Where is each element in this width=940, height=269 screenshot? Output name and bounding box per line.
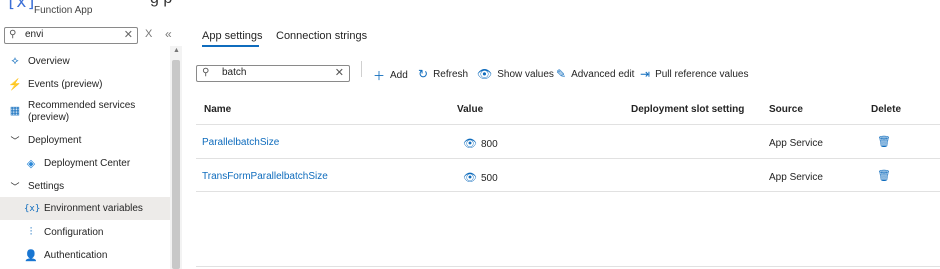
setting-source: App Service — [769, 138, 823, 149]
sidebar-item-label: Deployment — [28, 135, 82, 146]
sidebar-item-authentication[interactable]: 👤 Authentication — [24, 249, 107, 262]
column-header-deployment-slot[interactable]: Deployment slot setting — [631, 104, 744, 115]
sidebar-item-recommended-services[interactable]: ▦ Recommended services (preview) — [8, 100, 135, 124]
page-title: g p — [150, 0, 172, 8]
collapse-sidebar-button[interactable]: « — [165, 27, 172, 41]
cube-icon: ◈ — [26, 158, 36, 170]
setting-value[interactable]: 👁 800 — [463, 137, 498, 150]
user-icon: 👤 — [24, 250, 38, 262]
filter-value: batch — [222, 67, 247, 78]
sidebar-item-label: Recommended services (preview) — [28, 100, 136, 123]
chevron-down-icon: ﹀ — [10, 136, 20, 146]
sidebar-item-events[interactable]: ⚡ Events (preview) — [8, 78, 102, 91]
sidebar-item-label: Deployment Center — [44, 158, 131, 169]
setting-value[interactable]: 👁 500 — [463, 171, 498, 184]
search-icon: ⚲ — [202, 67, 210, 78]
clear-search-icon[interactable]: ✕ — [124, 28, 133, 41]
sidebar-search-value: envi — [25, 29, 44, 40]
refresh-label: Refresh — [433, 68, 469, 80]
search-icon: ⚲ — [9, 29, 17, 40]
setting-value-text: 800 — [480, 139, 498, 150]
refresh-icon: ↻ — [418, 67, 429, 81]
sidebar-group-settings[interactable]: ﹀ Settings — [8, 180, 64, 193]
advanced-edit-label: Advanced edit — [571, 68, 635, 80]
show-values-label: Show values — [497, 68, 554, 80]
sidebar-search-input[interactable]: ⚲ envi ✕ — [4, 27, 138, 44]
column-header-name[interactable]: Name — [204, 104, 231, 115]
sidebar-item-label: Events (preview) — [28, 79, 103, 90]
pencil-icon: ✎ — [556, 67, 567, 81]
setting-source: App Service — [769, 172, 823, 183]
add-button[interactable]: ＋ Add — [373, 67, 408, 84]
filter-settings-input[interactable]: ⚲ batch ✕ — [196, 65, 350, 82]
column-header-delete: Delete — [871, 104, 902, 115]
variable-icon: {x} — [24, 203, 41, 214]
pull-arrow-icon: ⇥ — [640, 67, 651, 81]
clear-filter-icon[interactable]: ✕ — [335, 66, 344, 79]
pull-reference-label: Pull reference values — [655, 68, 749, 80]
sidebar-item-label: Authentication — [44, 250, 108, 261]
setting-value-text: 500 — [480, 173, 498, 184]
setting-name-link[interactable]: ParallelbatchSize — [202, 137, 279, 148]
pull-reference-values-button[interactable]: ⇥ Pull reference values — [640, 67, 748, 81]
toolbar-divider — [361, 61, 362, 77]
plus-icon: ＋ — [373, 69, 386, 83]
sidebar-item-environment-variables[interactable]: {x} Environment variables — [24, 203, 143, 214]
delete-trash-icon[interactable]: 🗑 — [877, 169, 891, 182]
function-app-logo-icon: [x] — [6, 0, 37, 12]
tab-connection-strings[interactable]: Connection strings — [276, 30, 367, 42]
sidebar-group-deployment[interactable]: ﹀ Deployment — [8, 134, 81, 147]
tab-app-settings[interactable]: App settings — [202, 30, 263, 42]
table-bottom-border — [196, 266, 940, 267]
eye-icon[interactable]: 👁 — [463, 138, 477, 150]
setting-name-link[interactable]: TransFormParallelbatchSize — [202, 171, 328, 182]
column-header-value[interactable]: Value — [457, 104, 483, 115]
close-search-button[interactable]: X — [145, 28, 152, 40]
delete-trash-icon[interactable]: 🗑 — [877, 135, 891, 148]
sidebar-scroll-thumb[interactable] — [172, 60, 180, 269]
sidebar-item-label: Environment variables — [44, 203, 143, 214]
resource-type-label: Function App — [34, 5, 93, 16]
refresh-button[interactable]: ↻ Refresh — [418, 67, 468, 81]
overview-icon: ⟡ — [11, 55, 19, 67]
grid-icon: ▦ — [9, 105, 21, 117]
sidebar-item-label: Configuration — [44, 227, 104, 238]
advanced-edit-button[interactable]: ✎ Advanced edit — [556, 67, 634, 81]
sidebar-item-label: Settings — [28, 181, 65, 192]
row-divider — [196, 124, 940, 125]
row-divider — [196, 191, 940, 192]
sidebar-item-overview[interactable]: ⟡ Overview — [8, 55, 70, 68]
sliders-icon: ⫶ — [29, 226, 33, 238]
selected-tab-indicator — [202, 45, 259, 47]
chevron-down-icon: ﹀ — [10, 182, 20, 192]
eye-icon[interactable]: 👁 — [463, 172, 477, 184]
sidebar-item-deployment-center[interactable]: ◈ Deployment Center — [24, 157, 130, 170]
sidebar-item-configuration[interactable]: ⫶ Configuration — [24, 226, 104, 239]
lightning-icon: ⚡ — [8, 79, 22, 91]
sidebar-item-label: Overview — [28, 56, 70, 67]
row-divider — [196, 158, 940, 159]
scroll-up-icon[interactable]: ▲ — [173, 47, 180, 54]
show-values-button[interactable]: 👁 Show values — [477, 67, 554, 81]
eye-icon: 👁 — [477, 67, 493, 81]
add-label: Add — [390, 70, 408, 81]
column-header-source[interactable]: Source — [769, 104, 803, 115]
